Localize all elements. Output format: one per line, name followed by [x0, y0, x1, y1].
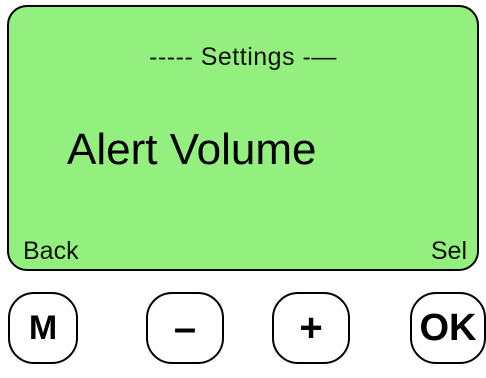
softkey-back-label: Back — [23, 237, 79, 265]
menu-header: ----- Settings -— — [149, 43, 337, 71]
ok-button-label: OK — [419, 307, 477, 349]
ok-button[interactable]: OK — [410, 292, 486, 364]
plus-button[interactable]: + — [272, 292, 350, 364]
menu-button[interactable]: M — [8, 292, 78, 364]
minus-button-label: – — [173, 306, 197, 350]
lcd-screen: ----- Settings -— Alert Volume Back Sel — [7, 5, 479, 271]
menu-button-label: M — [28, 309, 58, 347]
minus-button[interactable]: – — [146, 292, 224, 364]
softkey-select-label: Sel — [430, 237, 467, 265]
plus-button-label: + — [299, 306, 323, 350]
menu-item-label: Alert Volume — [67, 125, 317, 174]
